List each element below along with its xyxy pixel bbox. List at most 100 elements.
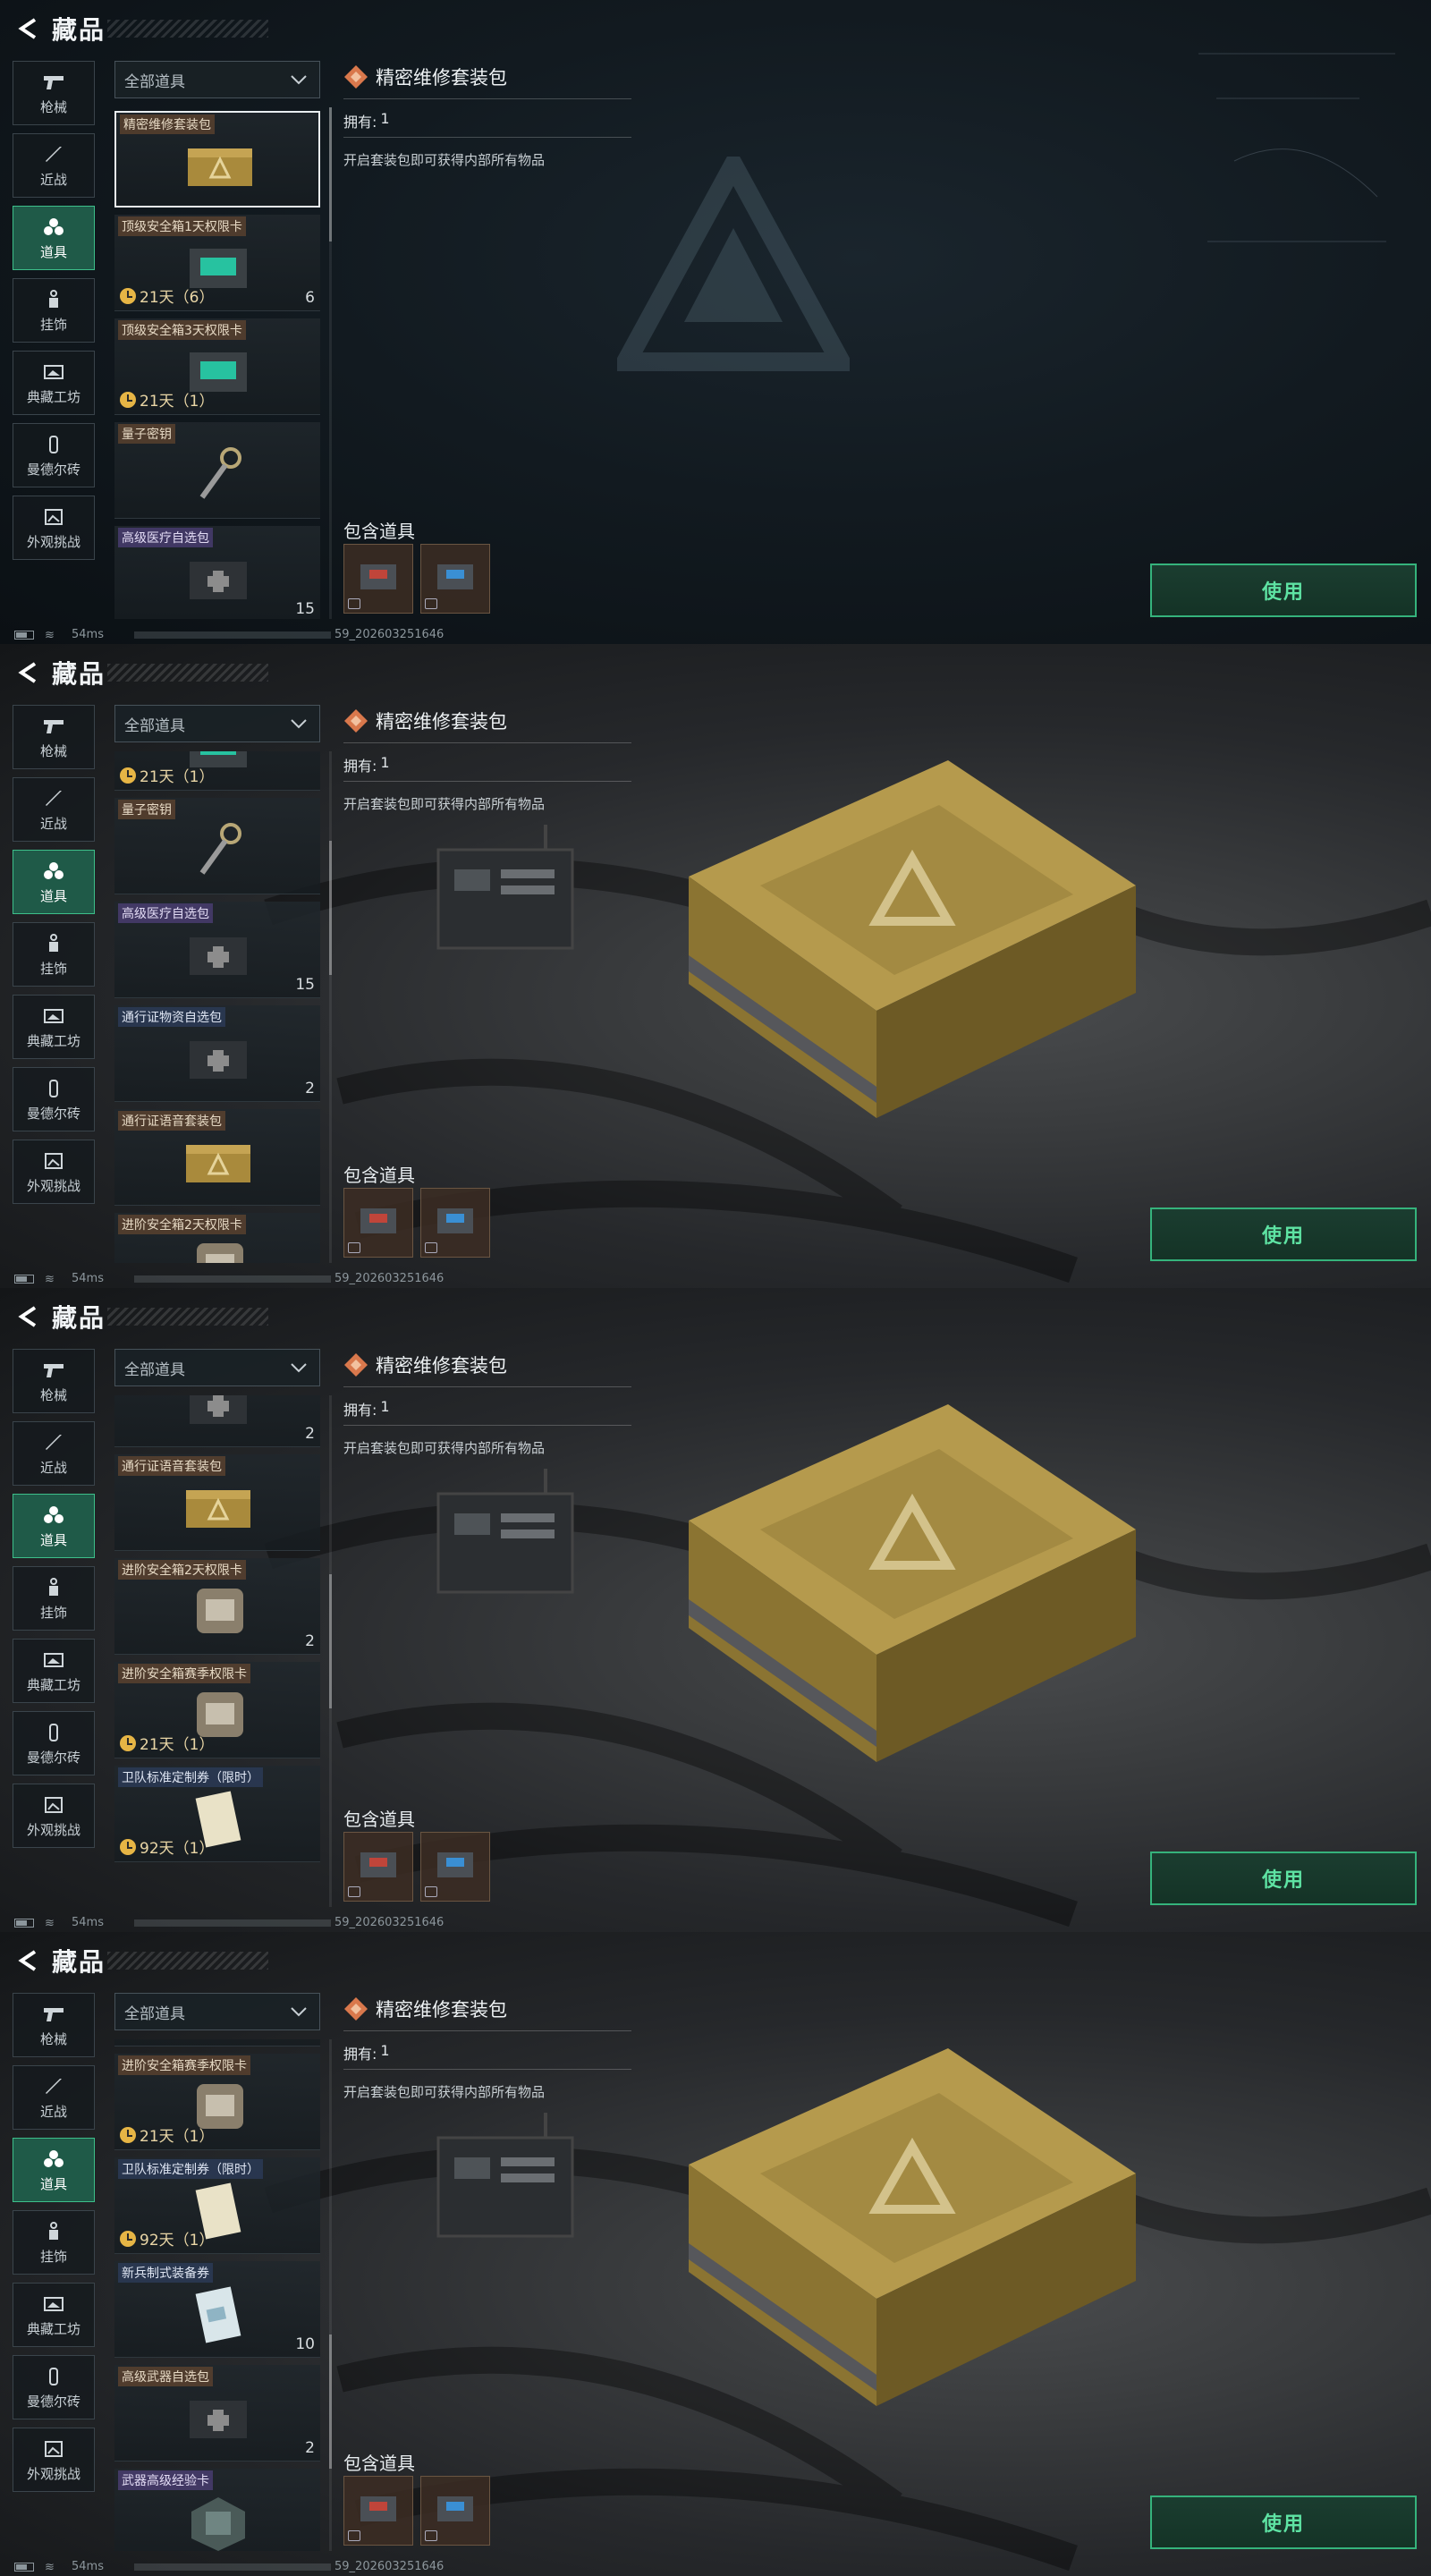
category-tab-workshop[interactable]: 典藏工坊 xyxy=(13,995,95,1059)
back-button[interactable] xyxy=(13,657,45,689)
list-item[interactable]: 进阶安全箱2天权限卡2 xyxy=(114,1213,320,1263)
item-list[interactable]: 顶级安全箱3天权限卡21天（1） 量子密钥高级医疗自选包15通行证物资自选包2通行… xyxy=(114,751,322,1263)
category-tab-challenges[interactable]: 外观挑战 xyxy=(13,1140,95,1204)
repair-crate-image xyxy=(689,1404,1136,1762)
list-scrollbar[interactable] xyxy=(329,107,332,619)
category-tab-challenges[interactable]: 外观挑战 xyxy=(13,2428,95,2492)
list-item[interactable]: 新兵制式装备券 10 xyxy=(114,2261,320,2358)
repair-kit-image xyxy=(188,148,252,186)
list-item[interactable]: 通行证语音套装包 xyxy=(114,1109,320,1206)
scroll-thumb[interactable] xyxy=(329,107,332,242)
category-tab-melee[interactable]: 近战 xyxy=(13,1421,95,1486)
contained-item[interactable] xyxy=(420,544,490,614)
screen-frame-4: 藏品 枪械 近战 道具 挂饰 典藏工坊 曼德尔砖 外观挑战 全部道具 2 进阶安全… xyxy=(0,1932,1431,2576)
category-tab-bricks[interactable]: 曼德尔砖 xyxy=(13,1711,95,1775)
category-tab-workshop[interactable]: 典藏工坊 xyxy=(13,1639,95,1703)
filter-dropdown[interactable]: 全部道具 xyxy=(114,705,320,742)
scroll-thumb[interactable] xyxy=(329,1574,332,1708)
back-button[interactable] xyxy=(13,13,45,45)
list-item[interactable]: 顶级安全箱1天权限卡 21天（6） 6 xyxy=(114,215,320,311)
list-scrollbar[interactable] xyxy=(329,751,332,1263)
clock-icon xyxy=(120,2230,136,2247)
list-scrollbar[interactable] xyxy=(329,1395,332,1907)
category-tab-guns[interactable]: 枪械 xyxy=(13,1349,95,1413)
list-item[interactable]: 高级医疗自选包 15 xyxy=(114,902,320,998)
contained-item[interactable] xyxy=(343,2476,413,2546)
item-list[interactable]: 2 进阶安全箱赛季权限卡21天（1）卫队标准定制券（限时）92天（1）新兵制式装备… xyxy=(114,2039,322,2551)
list-item[interactable]: 进阶安全箱2天权限卡2 xyxy=(114,1558,320,1655)
brick-icon xyxy=(41,2365,66,2388)
use-button[interactable]: 使用 xyxy=(1150,1852,1417,1905)
contained-item[interactable] xyxy=(420,1832,490,1902)
list-item[interactable]: 2 xyxy=(114,2039,320,2046)
category-tab-items[interactable]: 道具 xyxy=(13,2138,95,2202)
category-tab-challenges[interactable]: 外观挑战 xyxy=(13,1784,95,1848)
filter-label: 全部道具 xyxy=(124,716,185,735)
back-button[interactable] xyxy=(13,1945,45,1977)
game-logo-watermark xyxy=(617,157,850,371)
back-button[interactable] xyxy=(13,1301,45,1333)
chevron-down-icon xyxy=(291,719,307,729)
contained-items xyxy=(343,1832,490,1902)
gun-icon xyxy=(41,2003,66,2026)
category-tab-bricks[interactable]: 曼德尔砖 xyxy=(13,1067,95,1131)
contained-item[interactable] xyxy=(343,544,413,614)
category-tab-items[interactable]: 道具 xyxy=(13,206,95,270)
use-button[interactable]: 使用 xyxy=(1150,564,1417,617)
use-button[interactable]: 使用 xyxy=(1150,2496,1417,2549)
category-tab-items[interactable]: 道具 xyxy=(13,850,95,914)
filter-dropdown[interactable]: 全部道具 xyxy=(114,1993,320,2030)
list-item[interactable]: 武器高级经验卡 xyxy=(114,2469,320,2551)
contained-item[interactable] xyxy=(420,2476,490,2546)
list-item[interactable]: 精密维修套装包 xyxy=(114,111,320,208)
category-tab-items[interactable]: 道具 xyxy=(13,1494,95,1558)
filter-dropdown[interactable]: 全部道具 xyxy=(114,1349,320,1386)
category-tab-charms[interactable]: 挂饰 xyxy=(13,2210,95,2275)
list-item[interactable]: 顶级安全箱3天权限卡21天（1） xyxy=(114,751,320,791)
list-item[interactable]: 高级医疗自选包 15 xyxy=(114,526,320,619)
list-item[interactable]: 进阶安全箱赛季权限卡 21天（1） xyxy=(114,2054,320,2150)
contained-item[interactable] xyxy=(343,1188,413,1258)
list-item[interactable]: 2 xyxy=(114,1395,320,1447)
list-item[interactable]: 高级武器自选包 2 xyxy=(114,2365,320,2462)
category-tab-charms[interactable]: 挂饰 xyxy=(13,922,95,987)
build-id: 59_202603251646 xyxy=(334,2560,445,2573)
scroll-thumb[interactable] xyxy=(329,2334,332,2469)
category-tab-melee[interactable]: 近战 xyxy=(13,2065,95,2130)
filter-label: 全部道具 xyxy=(124,1360,185,1379)
use-button[interactable]: 使用 xyxy=(1150,1208,1417,1261)
category-tab-challenges[interactable]: 外观挑战 xyxy=(13,496,95,560)
exp-card-image xyxy=(191,2497,245,2551)
category-tab-guns[interactable]: 枪械 xyxy=(13,61,95,125)
list-item[interactable]: 量子密钥 xyxy=(114,798,320,894)
category-tab-melee[interactable]: 近战 xyxy=(13,133,95,198)
title-decoration xyxy=(107,664,268,682)
scroll-thumb[interactable] xyxy=(329,841,332,975)
category-tab-workshop[interactable]: 典藏工坊 xyxy=(13,2283,95,2347)
contained-item[interactable] xyxy=(420,1188,490,1258)
list-item[interactable]: 通行证语音套装包 xyxy=(114,1454,320,1551)
rarity-diamond-icon xyxy=(344,1353,368,1377)
clock-icon xyxy=(120,2126,136,2143)
list-scrollbar[interactable] xyxy=(329,2039,332,2551)
filter-dropdown[interactable]: 全部道具 xyxy=(114,61,320,98)
list-item[interactable]: 进阶安全箱赛季权限卡 21天（1） xyxy=(114,1662,320,1758)
category-tab-bricks[interactable]: 曼德尔砖 xyxy=(13,423,95,487)
build-id: 59_202603251646 xyxy=(334,1272,445,1285)
category-tab-charms[interactable]: 挂饰 xyxy=(13,1566,95,1631)
category-tab-guns[interactable]: 枪械 xyxy=(13,1993,95,2057)
item-list[interactable]: 精密维修套装包 顶级安全箱1天权限卡 21天（6） 6 顶级安全箱3天权限卡 2… xyxy=(114,107,322,619)
category-tab-charms[interactable]: 挂饰 xyxy=(13,278,95,343)
category-tab-bricks[interactable]: 曼德尔砖 xyxy=(13,2355,95,2419)
list-item[interactable]: 卫队标准定制券（限时） 92天（1） xyxy=(114,2157,320,2254)
list-item[interactable]: 通行证物资自选包 2 xyxy=(114,1005,320,1102)
list-item[interactable]: 量子密钥 xyxy=(114,422,320,519)
category-tab-melee[interactable]: 近战 xyxy=(13,777,95,842)
list-item[interactable]: 卫队标准定制券（限时） 92天（1） xyxy=(114,1766,320,1862)
contained-item[interactable] xyxy=(343,1832,413,1902)
category-tab-workshop[interactable]: 典藏工坊 xyxy=(13,351,95,415)
detail-panel: 精密维修套装包 拥有: 1 开启套装包即可获得内部所有物品 xyxy=(343,1349,631,1457)
list-item[interactable]: 顶级安全箱3天权限卡 21天（1） xyxy=(114,318,320,415)
category-tab-guns[interactable]: 枪械 xyxy=(13,705,95,769)
item-list[interactable]: 2 通行证语音套装包 进阶安全箱2天权限卡 2 进阶安全箱赛季权限卡 21天（1） 卫队标准… xyxy=(114,1395,322,1907)
